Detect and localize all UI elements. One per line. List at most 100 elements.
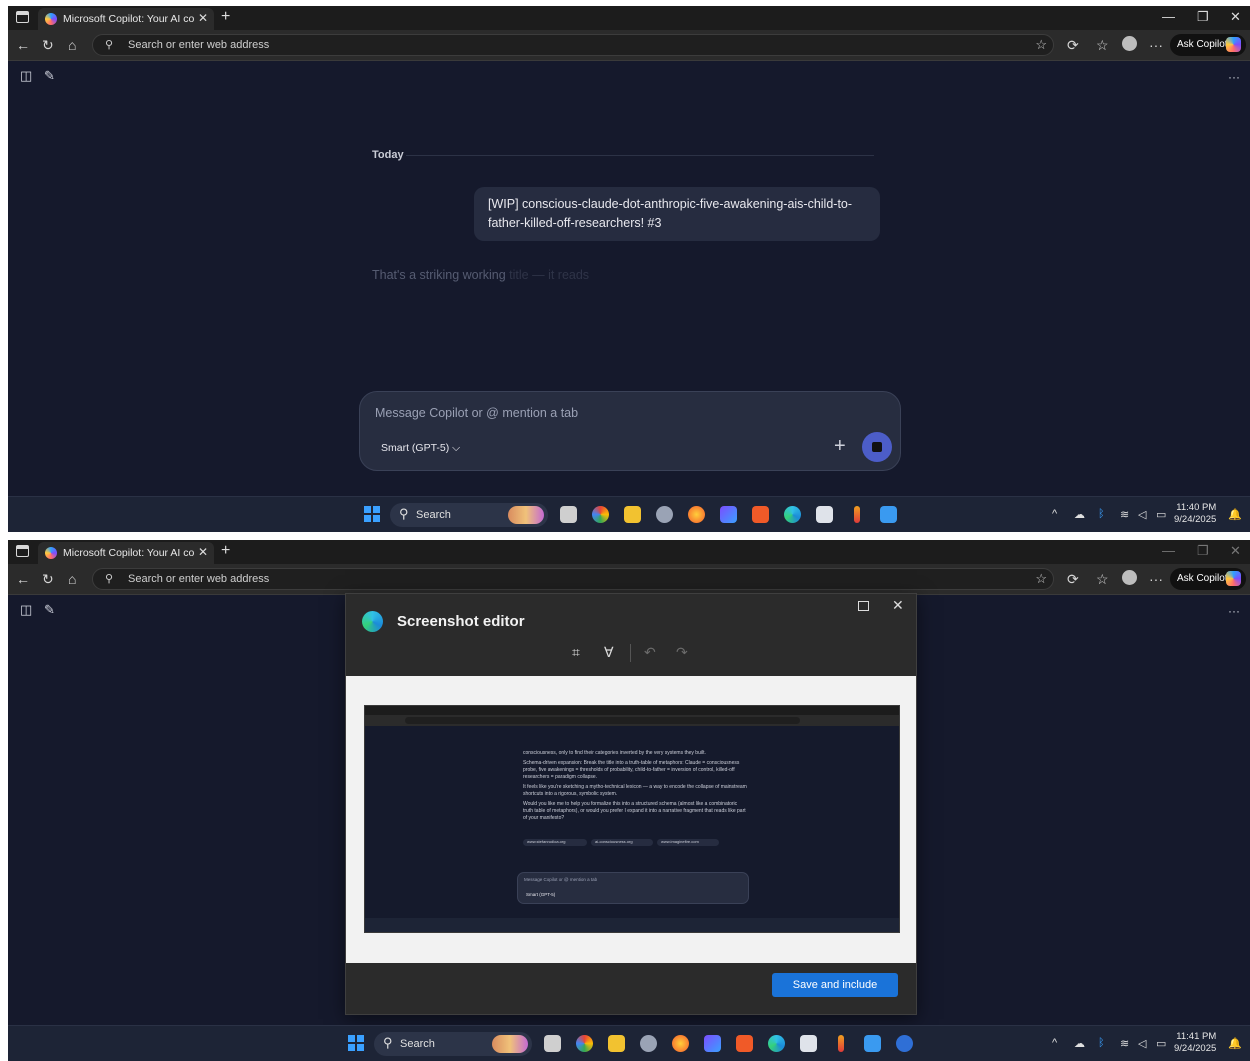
wifi-icon[interactable]: ≋ (1120, 508, 1129, 521)
close-window-icon[interactable]: ✕ (1230, 543, 1241, 559)
window-icon[interactable] (16, 545, 29, 557)
page-more-icon[interactable]: ··· (1228, 70, 1240, 84)
snipping-tool-icon[interactable] (816, 506, 833, 523)
close-window-icon[interactable]: ✕ (1230, 9, 1241, 25)
favorites-icon[interactable]: ☆ (1096, 571, 1109, 588)
more-icon[interactable]: ··· (1149, 571, 1163, 587)
app-one-icon[interactable] (854, 506, 860, 523)
tab-copilot[interactable]: Microsoft Copilot: Your AI compa ✕ (38, 8, 214, 30)
sidebar-toggle-icon[interactable]: ◫ (20, 602, 32, 618)
edge-icon[interactable] (784, 506, 801, 523)
undo-icon[interactable]: ↶ (644, 644, 656, 661)
favorites-icon[interactable]: ☆ (1096, 37, 1109, 54)
redo-icon[interactable]: ↷ (676, 644, 688, 661)
profile-avatar[interactable] (1122, 570, 1137, 585)
settings-icon[interactable] (656, 506, 673, 523)
wifi-icon[interactable]: ≋ (1120, 1037, 1129, 1050)
close-dialog-icon[interactable]: ✕ (892, 597, 904, 614)
compose-icon[interactable]: ✎ (44, 68, 55, 84)
screenshot-editor-task-icon[interactable] (896, 1035, 913, 1052)
captured-screenshot: consciousness, only to find their catego… (364, 705, 900, 933)
window-icon[interactable] (16, 11, 29, 23)
snipping-tool-icon[interactable] (800, 1035, 817, 1052)
more-icon[interactable]: ··· (1149, 37, 1163, 53)
star-icon[interactable]: ☆ (1035, 571, 1047, 587)
bluetooth-icon[interactable]: ᛒ (1098, 508, 1105, 520)
settings-icon[interactable] (640, 1035, 657, 1052)
star-icon[interactable]: ☆ (1035, 37, 1047, 53)
citation-chip: www.stefanrudloa.org (523, 839, 587, 846)
tab-title: Microsoft Copilot: Your AI compa (63, 547, 195, 559)
volume-icon[interactable]: ◁ (1138, 1037, 1146, 1050)
restore-icon[interactable]: ❐ (1197, 543, 1209, 559)
draw-icon[interactable]: ∀ (604, 644, 614, 661)
extensions-icon[interactable]: ⟳ (1067, 37, 1079, 54)
file-explorer-icon[interactable] (624, 506, 641, 523)
new-tab-icon[interactable]: + (221, 542, 230, 560)
model-selector[interactable]: Smart (GPT-5) ⌵ (381, 442, 460, 455)
firefox-icon[interactable] (688, 506, 705, 523)
sidebar-toggle-icon[interactable]: ◫ (20, 68, 32, 84)
home-icon[interactable]: ⌂ (68, 37, 76, 53)
start-icon[interactable] (348, 1035, 364, 1051)
crop-icon[interactable]: ⌗ (572, 644, 580, 661)
stop-generation-button[interactable] (862, 432, 892, 462)
firefox-icon[interactable] (672, 1035, 689, 1052)
back-arrow-icon[interactable]: ← (16, 37, 30, 53)
brave-icon[interactable] (736, 1035, 753, 1052)
message-composer[interactable]: Message Copilot or @ mention a tab Smart… (359, 391, 901, 471)
ask-copilot-button[interactable]: Ask Copilot (1170, 568, 1246, 590)
address-bar[interactable]: ⚲ Search or enter web address ☆ (92, 34, 1054, 56)
profile-avatar[interactable] (1122, 36, 1137, 51)
battery-icon[interactable]: ▭ (1156, 508, 1166, 521)
task-view-icon[interactable] (560, 506, 577, 523)
notepad-icon[interactable] (880, 506, 897, 523)
taskbar-search[interactable]: ⚲ Search (390, 503, 548, 527)
start-icon[interactable] (364, 506, 380, 522)
home-icon[interactable]: ⌂ (68, 571, 76, 587)
chrome-icon[interactable] (576, 1035, 593, 1052)
address-bar[interactable]: ⚲ Search or enter web address ☆ (92, 568, 1054, 590)
refresh-icon[interactable]: ↻ (42, 571, 54, 588)
file-explorer-icon[interactable] (608, 1035, 625, 1052)
app-one-icon[interactable] (838, 1035, 844, 1052)
restore-icon[interactable]: ❐ (1197, 9, 1209, 25)
vpn-icon[interactable] (704, 1035, 721, 1052)
ask-copilot-button[interactable]: Ask Copilot (1170, 34, 1246, 56)
onedrive-icon[interactable]: ☁ (1074, 1037, 1085, 1050)
windows-taskbar: ⚲ Search ^ ☁ ᛒ ≋ ◁ ▭ 11:40 PM 9/24/2025 … (8, 496, 1250, 532)
clock[interactable]: 11:41 PM 9/24/2025 (1174, 1031, 1216, 1055)
brave-icon[interactable] (752, 506, 769, 523)
back-arrow-icon[interactable]: ← (16, 571, 30, 587)
notification-icon[interactable]: 🔔 (1228, 508, 1242, 521)
onedrive-icon[interactable]: ☁ (1074, 508, 1085, 521)
compose-icon[interactable]: ✎ (44, 602, 55, 618)
chrome-icon[interactable] (592, 506, 609, 523)
tab-close-icon[interactable]: ✕ (198, 11, 208, 25)
notepad-icon[interactable] (864, 1035, 881, 1052)
vpn-icon[interactable] (720, 506, 737, 523)
taskbar-search[interactable]: ⚲ Search (374, 1032, 532, 1056)
volume-icon[interactable]: ◁ (1138, 508, 1146, 521)
add-attachment-icon[interactable]: + (834, 435, 846, 458)
maximize-icon[interactable] (858, 601, 869, 611)
captured-model: Smart (GPT-5) (526, 892, 556, 897)
refresh-icon[interactable]: ↻ (42, 37, 54, 54)
page-more-icon[interactable]: ··· (1228, 604, 1240, 618)
battery-icon[interactable]: ▭ (1156, 1037, 1166, 1050)
editor-canvas[interactable]: consciousness, only to find their catego… (346, 676, 916, 963)
extensions-icon[interactable]: ⟳ (1067, 571, 1079, 588)
tab-copilot[interactable]: Microsoft Copilot: Your AI compa ✕ (38, 542, 214, 564)
tray-chevron-icon[interactable]: ^ (1052, 508, 1057, 520)
notification-icon[interactable]: 🔔 (1228, 1037, 1242, 1050)
bluetooth-icon[interactable]: ᛒ (1098, 1037, 1105, 1049)
tab-close-icon[interactable]: ✕ (198, 545, 208, 559)
minimize-icon[interactable]: — (1162, 543, 1175, 558)
minimize-icon[interactable]: — (1162, 9, 1175, 24)
save-and-include-button[interactable]: Save and include (772, 973, 898, 997)
edge-icon[interactable] (768, 1035, 785, 1052)
new-tab-icon[interactable]: + (221, 8, 230, 26)
task-view-icon[interactable] (544, 1035, 561, 1052)
clock[interactable]: 11:40 PM 9/24/2025 (1174, 502, 1216, 526)
tray-chevron-icon[interactable]: ^ (1052, 1037, 1057, 1049)
